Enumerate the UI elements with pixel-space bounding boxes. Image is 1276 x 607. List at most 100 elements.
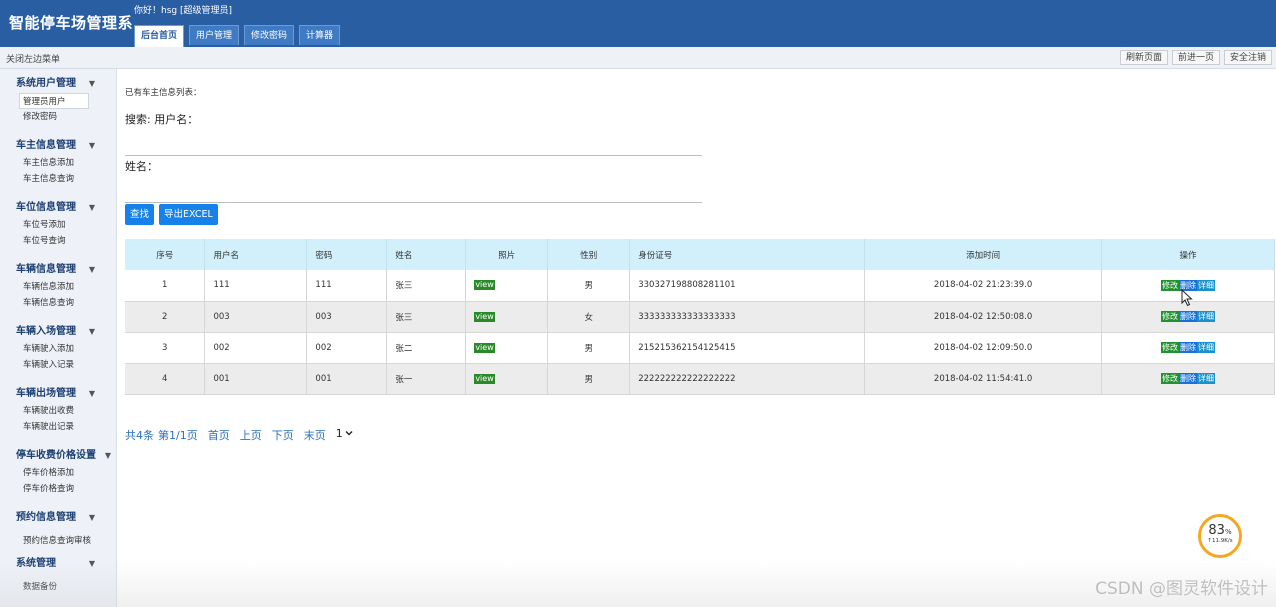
cell-photo: view xyxy=(465,363,549,395)
logout-button[interactable]: 安全注销 xyxy=(1223,50,1272,65)
detail-button[interactable]: 详细 xyxy=(1197,279,1216,291)
sidebar-group-title: 预约信息管理 xyxy=(16,512,76,523)
sidebar-item-reservation-review[interactable]: 预约信息查询审核 xyxy=(0,533,117,549)
detail-button[interactable]: 详细 xyxy=(1197,373,1216,384)
table-row: 3 002 002 张二 view 男 215215362154125415 2… xyxy=(125,332,1275,364)
sidebar-group-title: 停车收费价格设置 xyxy=(16,450,96,461)
export-excel-button[interactable]: 导出EXCEL xyxy=(159,204,218,225)
search-button[interactable]: 查找 xyxy=(125,204,155,225)
cell-password: 002 xyxy=(306,332,388,364)
photo-view-link[interactable]: view xyxy=(474,342,495,353)
edit-button[interactable]: 修改 xyxy=(1161,311,1180,322)
pager-last-link[interactable]: 末页 xyxy=(304,427,326,443)
sidebar-item-price-query[interactable]: 停车价格查询 xyxy=(0,481,117,497)
col-header-photo: 照片 xyxy=(465,239,549,270)
sidebar-group-title: 车辆出场管理 xyxy=(16,388,76,399)
edit-button[interactable]: 修改 xyxy=(1161,279,1180,291)
sidebar-item-owner-query[interactable]: 车主信息查询 xyxy=(0,171,117,187)
sidebar-group-system: 系统管理 ▼ 数据备份 xyxy=(0,555,117,595)
sidebar-item-exit-records[interactable]: 车辆驶出记录 xyxy=(0,419,117,435)
forward-button[interactable]: 前进一页 xyxy=(1171,50,1220,65)
tab-calculator[interactable]: 计算器 xyxy=(299,25,341,45)
name-search-input[interactable] xyxy=(125,185,702,203)
edit-button[interactable]: 修改 xyxy=(1161,342,1180,353)
cell-added-time: 2018-04-02 21:23:39.0 xyxy=(864,270,1103,302)
search-username-label: 搜索: 用户名： xyxy=(125,113,199,126)
sidebar-group-header[interactable]: 停车收费价格设置 ▼ xyxy=(0,447,117,465)
col-header-added-time: 添加时间 xyxy=(864,239,1103,270)
photo-view-link[interactable]: view xyxy=(474,280,495,291)
col-header-password: 密码 xyxy=(306,239,388,270)
table-header-row: 序号 用户名 密码 姓名 照片 性别 身份证号 添加时间 操作 xyxy=(125,239,1275,270)
sidebar-group-header[interactable]: 预约信息管理 ▼ xyxy=(0,509,117,527)
pager-next-link[interactable]: 下页 xyxy=(272,427,294,443)
col-header-gender: 性别 xyxy=(547,239,631,270)
owner-table: 序号 用户名 密码 姓名 照片 性别 身份证号 添加时间 操作 1 111 11… xyxy=(125,239,1275,395)
sidebar-item-space-query[interactable]: 车位号查询 xyxy=(0,233,117,249)
photo-view-link[interactable]: view xyxy=(474,311,495,322)
chevron-down-icon: ▼ xyxy=(88,265,95,274)
detail-button[interactable]: 详细 xyxy=(1197,311,1216,322)
photo-view-link[interactable]: view xyxy=(474,373,495,384)
pager-total: 共4条 xyxy=(125,429,154,442)
name-label: 姓名： xyxy=(125,160,158,173)
table-row: 2 003 003 张三 view 女 333333333333333333 2… xyxy=(125,301,1275,333)
sidebar-item-entry-records[interactable]: 车辆驶入记录 xyxy=(0,357,117,373)
list-caption: 已有车主信息列表： xyxy=(125,88,202,98)
sidebar-item-owner-add[interactable]: 车主信息添加 xyxy=(0,155,117,171)
page-select[interactable]: 1 xyxy=(336,427,353,443)
sidebar-group-header[interactable]: 系统管理 ▼ xyxy=(0,555,117,573)
sidebar-group-header[interactable]: 车辆信息管理 ▼ xyxy=(0,261,117,279)
cell-no: 3 xyxy=(125,332,206,364)
delete-button[interactable]: 删除 xyxy=(1179,311,1198,322)
sidebar-group-header[interactable]: 车辆出场管理 ▼ xyxy=(0,385,117,403)
sidebar-group-title: 车辆入场管理 xyxy=(16,326,76,337)
sidebar-item-exit-charge[interactable]: 车辆驶出收费 xyxy=(0,403,117,419)
cell-no: 1 xyxy=(125,270,206,302)
page-select-value: 1 xyxy=(335,427,343,440)
sidebar-item-entry-add[interactable]: 车辆驶入添加 xyxy=(0,341,117,357)
sidebar-item-admin-users[interactable]: 管理员用户 xyxy=(19,93,89,109)
network-speed-widget[interactable]: 83% ↑11.9K/s xyxy=(1198,514,1242,558)
cell-username: 001 xyxy=(204,363,308,395)
pagination: 共4条 第1/1页 首页 上页 下页 末页 1 xyxy=(125,427,353,443)
chevron-down-icon: ▼ xyxy=(88,203,95,212)
sidebar-group-owner-info: 车主信息管理 ▼ 车主信息添加 车主信息查询 xyxy=(0,137,117,187)
edit-button[interactable]: 修改 xyxy=(1161,373,1180,384)
pager-prev-link[interactable]: 上页 xyxy=(240,427,262,443)
close-left-menu-link[interactable]: 关闭左边菜单 xyxy=(6,52,60,65)
cell-username: 003 xyxy=(204,301,308,333)
speed-percent: 83% xyxy=(1201,523,1239,538)
sidebar-item-space-add[interactable]: 车位号添加 xyxy=(0,217,117,233)
toolbar: 关闭左边菜单 刷新页面 前进一页 安全注销 xyxy=(0,47,1276,69)
col-header-name: 姓名 xyxy=(386,239,467,270)
cell-password: 003 xyxy=(306,301,388,333)
sidebar-group-header[interactable]: 车位信息管理 ▼ xyxy=(0,199,117,217)
delete-button[interactable]: 删除 xyxy=(1179,342,1198,353)
toolbar-buttons: 刷新页面 前进一页 安全注销 xyxy=(1119,50,1272,65)
sidebar-group-header[interactable]: 车辆入场管理 ▼ xyxy=(0,323,117,341)
sidebar-item-vehicle-query[interactable]: 车辆信息查询 xyxy=(0,295,117,311)
cell-name: 张三 xyxy=(386,301,467,333)
sidebar-group-system-users: 系统用户管理 ▼ 管理员用户 修改密码 xyxy=(0,75,117,125)
pager-first-link[interactable]: 首页 xyxy=(208,427,230,443)
refresh-page-button[interactable]: 刷新页面 xyxy=(1119,50,1168,65)
sidebar-group-header[interactable]: 系统用户管理 ▼ xyxy=(0,75,117,93)
sidebar-group-header[interactable]: 车主信息管理 ▼ xyxy=(0,137,117,155)
chevron-down-icon: ▼ xyxy=(104,451,111,460)
tab-change-password[interactable]: 修改密码 xyxy=(244,25,295,45)
delete-button[interactable]: 删除 xyxy=(1179,373,1198,384)
sidebar-item-data-backup[interactable]: 数据备份 xyxy=(0,579,117,595)
username-search-input[interactable] xyxy=(125,138,702,156)
cell-no: 4 xyxy=(125,363,206,395)
tab-home[interactable]: 后台首页 xyxy=(134,25,185,47)
tab-user-management[interactable]: 用户管理 xyxy=(189,25,240,45)
sidebar: 系统用户管理 ▼ 管理员用户 修改密码 车主信息管理 ▼ 车主信息添加 车主信息查询… xyxy=(0,69,117,607)
sidebar-item-change-password[interactable]: 修改密码 xyxy=(0,109,117,125)
sidebar-item-vehicle-add[interactable]: 车辆信息添加 xyxy=(0,279,117,295)
cell-actions: 修改 删除 详细 xyxy=(1101,363,1275,395)
sidebar-item-price-add[interactable]: 停车价格添加 xyxy=(0,465,117,481)
cell-name: 张一 xyxy=(386,363,467,395)
detail-button[interactable]: 详细 xyxy=(1197,342,1216,353)
chevron-down-icon: ▼ xyxy=(88,389,95,398)
